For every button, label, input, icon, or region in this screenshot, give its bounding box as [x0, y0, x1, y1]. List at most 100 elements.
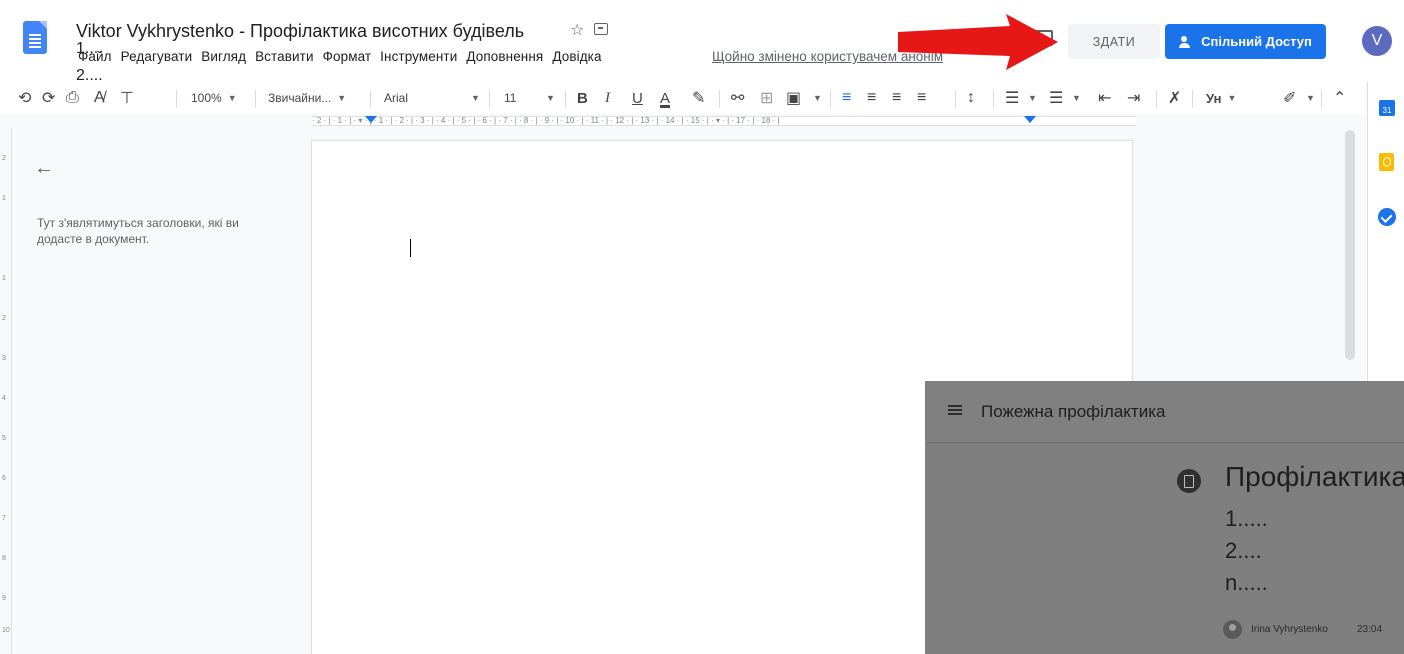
vruler-tick: 6 [2, 475, 6, 482]
assignment-line: n..... [1225, 570, 1268, 595]
red-arrow-annotation [898, 14, 1058, 70]
menu-view[interactable]: Вигляд [197, 49, 250, 64]
font-select-caret[interactable]: ▼ [465, 82, 480, 114]
text-cursor [410, 239, 411, 257]
toolbar-divider [955, 90, 956, 108]
docs-logo-icon[interactable] [23, 21, 47, 54]
input-tools-button[interactable]: Ун ▼ [1206, 82, 1236, 114]
account-avatar[interactable]: V [1362, 26, 1392, 56]
paint-format-icon[interactable]: ⊤ [120, 82, 134, 114]
vruler-tick: 2 [2, 315, 6, 322]
menu-file[interactable]: Файл [74, 49, 116, 64]
docs-header: Viktor Vykhrystenko - Профілактика висот… [0, 0, 1404, 84]
align-left-icon[interactable]: ≡ [842, 82, 851, 114]
font-size-select[interactable]: 11 [504, 82, 516, 114]
zoom-value: 100% [191, 91, 222, 105]
italic-button[interactable]: I [605, 82, 610, 114]
vertical-ruler[interactable]: 2 1 1 2 3 4 5 6 7 8 9 10 [0, 127, 12, 654]
vruler-tick: 8 [2, 555, 6, 562]
increase-indent-icon[interactable]: ⇥ [1127, 82, 1140, 114]
numbered-list-icon[interactable]: ☰ [1005, 82, 1019, 114]
line-spacing-icon[interactable]: ↕ [967, 82, 975, 114]
collapse-menus-icon[interactable]: ⌃ [1333, 82, 1346, 114]
toolbar-divider [370, 90, 371, 108]
font-size-value: 11 [504, 91, 517, 105]
link-icon[interactable]: ⚯ [731, 82, 744, 114]
toolbar-divider [719, 90, 720, 108]
author-name: Irina Vyhrystenko [1251, 624, 1328, 635]
chevron-down-icon: ▼ [1306, 93, 1315, 103]
tasks-icon[interactable] [1378, 208, 1396, 226]
menu-addons[interactable]: Доповнення [462, 49, 547, 64]
toolbar-divider [830, 90, 831, 108]
vertical-scrollbar[interactable] [1345, 130, 1355, 360]
menu-tools[interactable]: Інструменти [376, 49, 461, 64]
menu-help[interactable]: Довідка [548, 49, 605, 64]
bulleted-list-caret[interactable]: ▼ [1066, 82, 1081, 114]
chevron-down-icon: ▼ [337, 93, 347, 103]
assignment-lines: 1..... 2.... n..... [1225, 503, 1268, 599]
font-size-caret[interactable]: ▼ [540, 82, 555, 114]
horizontal-ruler[interactable]: · 2 · | · 1 · | · ▾ · | · 1 · | · 2 · | … [0, 115, 1344, 127]
add-comment-icon[interactable]: ⊞ [760, 82, 773, 114]
right-indent-marker[interactable] [1024, 116, 1036, 123]
align-right-icon[interactable]: ≡ [892, 82, 901, 114]
toolbar-divider [489, 90, 490, 108]
assignment-line: 2.... [1225, 538, 1262, 563]
close-outline-arrow-icon[interactable]: ← [34, 157, 54, 180]
text-color-button[interactable]: A [660, 82, 670, 114]
vruler-tick: 2 [2, 155, 6, 162]
calendar-icon[interactable]: 31 [1379, 100, 1395, 116]
insert-image-caret[interactable]: ▼ [807, 82, 822, 114]
clear-formatting-icon[interactable]: ✗ [1168, 82, 1181, 114]
vruler-tick: 5 [2, 435, 6, 442]
docs-window: Viktor Vykhrystenko - Профілактика висот… [0, 0, 1404, 654]
toolbar-divider [255, 90, 256, 108]
bulleted-list-icon[interactable]: ☰ [1049, 82, 1063, 114]
print-icon[interactable]: ⎙ [66, 82, 79, 114]
chevron-down-icon: ▼ [1028, 93, 1037, 103]
chevron-down-icon: ▼ [813, 93, 822, 103]
spellcheck-icon[interactable]: A̸ [94, 82, 105, 114]
menu-edit[interactable]: Редагувати [117, 49, 197, 64]
chevron-down-icon: ▼ [471, 93, 480, 103]
highlight-icon[interactable]: ✎ [692, 82, 705, 114]
menu-format[interactable]: Формат [319, 49, 376, 64]
move-to-folder-icon[interactable] [594, 23, 608, 35]
align-justify-icon[interactable]: ≡ [917, 82, 926, 114]
assignment-line: 1..... [1225, 506, 1268, 531]
align-center-icon[interactable]: ≡ [867, 82, 876, 114]
vruler-tick: 9 [2, 595, 6, 602]
toolbar-divider [1192, 90, 1193, 108]
overlap-line: 2.... [76, 67, 103, 84]
redo-icon[interactable]: ⟳ [42, 82, 55, 114]
people-icon [1179, 35, 1195, 48]
turn-in-button[interactable]: ЗДАТИ [1068, 24, 1160, 59]
insert-image-icon[interactable]: ▣ [786, 82, 801, 114]
style-select[interactable]: Звичайни... ▼ [268, 82, 346, 114]
menu-icon[interactable] [948, 405, 962, 407]
vruler-tick: 1 [2, 275, 6, 282]
zoom-select[interactable]: 100% ▼ [191, 82, 237, 114]
font-select[interactable]: Arial [384, 82, 408, 114]
editing-mode-icon[interactable]: ✐ [1283, 82, 1296, 114]
vruler-tick: 7 [2, 515, 6, 522]
assignment-icon [1177, 469, 1201, 493]
bold-button[interactable]: B [577, 82, 588, 114]
ruler-ticks: · 2 · | · 1 · | · ▾ · | · 1 · | · 2 · | … [312, 116, 780, 125]
menu-insert[interactable]: Вставити [251, 49, 318, 64]
share-button[interactable]: Спільний Доступ [1165, 24, 1326, 59]
underline-button[interactable]: U [632, 82, 643, 114]
editing-mode-caret[interactable]: ▼ [1300, 82, 1315, 114]
undo-icon[interactable]: ⟲ [18, 82, 31, 114]
left-indent-marker[interactable] [365, 116, 377, 123]
classroom-overlay: Пожежна профілактика Профілактика 1.....… [925, 381, 1404, 654]
formatting-toolbar: ⟲ ⟳ ⎙ A̸ ⊤ 100% ▼ Звичайни... ▼ Arial ▼ 11… [0, 82, 1366, 114]
decrease-indent-icon[interactable]: ⇤ [1098, 82, 1111, 114]
star-icon[interactable]: ☆ [570, 20, 584, 40]
author-avatar [1223, 620, 1242, 639]
document-title[interactable]: Viktor Vykhrystenko - Профілактика висот… [76, 21, 524, 42]
keep-icon[interactable] [1379, 153, 1394, 171]
numbered-list-caret[interactable]: ▼ [1022, 82, 1037, 114]
assignment-title[interactable]: Профілактика [1225, 461, 1404, 493]
